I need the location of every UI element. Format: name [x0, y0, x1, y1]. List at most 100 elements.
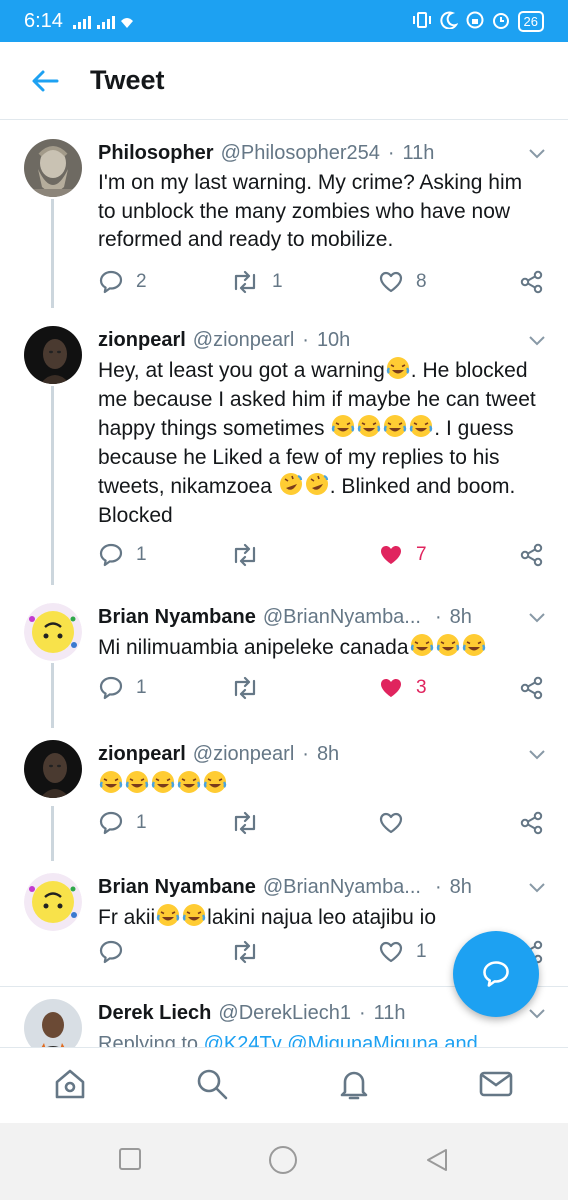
joy-emoji-icon	[332, 415, 355, 437]
avatar[interactable]	[24, 873, 82, 931]
battery-indicator: 26	[517, 10, 544, 32]
reply-button[interactable]: 1	[98, 542, 147, 568]
author-name[interactable]: Brian Nyambane	[98, 875, 256, 899]
tab-home[interactable]	[52, 1066, 88, 1102]
tweet-text: Mi nilimuambia anipeleke canada	[98, 633, 538, 663]
like-button[interactable]: 3	[378, 675, 427, 701]
share-button[interactable]	[519, 675, 545, 701]
reply-mentions-link[interactable]: @K24Tv @MigunaMiguna and	[204, 1033, 478, 1047]
retweet-button[interactable]	[230, 810, 272, 836]
status-time: 6:14	[24, 9, 63, 32]
system-nav-bar	[0, 1123, 568, 1200]
tab-search[interactable]	[194, 1066, 230, 1102]
like-button[interactable]: 8	[378, 269, 427, 295]
avatar[interactable]	[24, 999, 82, 1047]
timestamp: 8h	[449, 876, 472, 898]
avatar[interactable]	[24, 740, 82, 798]
like-count: 1	[416, 941, 427, 962]
retweet-button[interactable]	[230, 675, 272, 701]
retweet-icon	[234, 543, 256, 567]
author-handle: @zionpearl	[192, 329, 295, 351]
timestamp: 11h	[373, 1002, 406, 1024]
author-name[interactable]: zionpearl	[98, 742, 186, 766]
heart-icon	[381, 679, 401, 697]
author-name[interactable]: Derek Liech	[98, 1001, 211, 1025]
joy-emoji-icon	[203, 771, 227, 793]
share-icon	[520, 543, 543, 567]
share-button[interactable]	[519, 542, 545, 568]
share-button[interactable]	[519, 810, 545, 836]
chevron-down-icon[interactable]	[528, 611, 546, 629]
author-name[interactable]: zionpearl	[98, 328, 186, 352]
joy-emoji-icon	[386, 357, 409, 379]
share-icon	[520, 811, 543, 835]
back-system-button[interactable]	[424, 1147, 450, 1178]
tweet[interactable]: Brian Nyambane @BrianNyamba... · 8h Mi n…	[0, 585, 568, 728]
heart-icon	[381, 546, 401, 564]
square-icon	[119, 1148, 141, 1170]
author-handle: @BrianNyamba...	[262, 876, 421, 898]
retweet-icon	[234, 676, 256, 700]
reply-icon	[99, 270, 123, 294]
chevron-down-icon[interactable]	[528, 147, 546, 165]
reply-button[interactable]	[98, 939, 136, 965]
like-button[interactable]	[378, 810, 416, 836]
reply-count: 1	[136, 677, 147, 698]
like-button[interactable]: 1	[378, 939, 427, 965]
avatar[interactable]	[24, 139, 82, 197]
timestamp: 11h	[402, 142, 435, 164]
author-handle: @BrianNyamba...	[262, 606, 421, 628]
compose-reply-button[interactable]	[453, 931, 539, 1017]
heart-icon	[379, 271, 403, 293]
tab-messages[interactable]	[478, 1066, 514, 1102]
search-icon	[197, 1069, 228, 1100]
share-button[interactable]	[519, 269, 545, 295]
joy-emoji-icon	[156, 904, 180, 926]
retweet-icon	[234, 811, 256, 835]
heart-icon	[379, 812, 403, 834]
retweet-button[interactable]	[230, 939, 272, 965]
author-name[interactable]: Philosopher	[98, 141, 214, 165]
thread-line	[51, 386, 54, 585]
retweet-button[interactable]	[230, 542, 272, 568]
chevron-down-icon[interactable]	[528, 1007, 546, 1025]
author-handle: @Philosopher254	[220, 142, 380, 164]
tweet[interactable]: zionpearl @zionpearl · 10h Hey, at least…	[0, 308, 568, 585]
share-icon	[520, 270, 543, 294]
rofl-emoji-icon	[279, 473, 302, 495]
joy-emoji-icon	[436, 634, 459, 656]
reply-icon	[99, 811, 123, 835]
avatar[interactable]	[24, 326, 82, 384]
joy-emoji-icon	[462, 634, 485, 656]
reply-button[interactable]: 2	[98, 269, 147, 295]
compose-icon	[483, 961, 509, 987]
recent-apps-button[interactable]	[118, 1147, 142, 1176]
tweet-thread: Philosopher @Philosopher254 · 11h I'm on…	[0, 121, 568, 1047]
retweet-button[interactable]: 1	[230, 269, 283, 295]
share-icon	[520, 676, 543, 700]
tweet-text: Fr akii lakini najua leo atajibu io	[98, 903, 538, 933]
like-count: 7	[416, 544, 427, 565]
like-button[interactable]: 7	[378, 542, 427, 568]
retweet-icon	[234, 940, 256, 964]
reply-count: 1	[136, 812, 147, 833]
tweet[interactable]: zionpearl @zionpearl · 8h 1	[0, 728, 568, 861]
avatar[interactable]	[24, 603, 82, 661]
chevron-down-icon[interactable]	[528, 748, 546, 766]
reply-icon	[99, 676, 123, 700]
tab-notifications[interactable]	[336, 1066, 372, 1102]
reply-button[interactable]: 1	[98, 810, 147, 836]
reply-button[interactable]: 1	[98, 675, 147, 701]
tweet[interactable]: Philosopher @Philosopher254 · 11h I'm on…	[0, 121, 568, 308]
chevron-down-icon[interactable]	[528, 334, 546, 352]
tweet-text: I'm on my last warning. My crime? Asking…	[98, 171, 523, 251]
back-arrow-icon	[32, 70, 59, 91]
messages-icon	[479, 1071, 513, 1097]
joy-emoji-icon	[177, 771, 201, 793]
tweet-text: Hey, at least you got a warning. He bloc…	[98, 356, 538, 530]
chevron-down-icon[interactable]	[528, 881, 546, 899]
joy-emoji-icon	[151, 771, 175, 793]
back-button[interactable]	[0, 42, 90, 120]
author-name[interactable]: Brian Nyambane	[98, 605, 256, 629]
home-system-button[interactable]	[268, 1145, 298, 1180]
